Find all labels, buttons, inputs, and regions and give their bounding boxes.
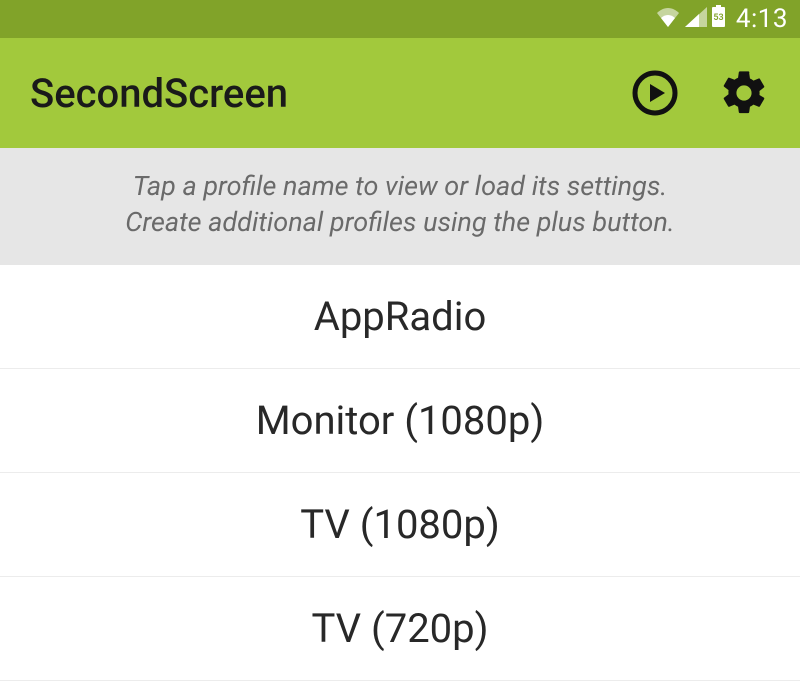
app-title: SecondScreen — [30, 70, 630, 117]
wifi-icon — [655, 4, 681, 34]
profile-item-appradio[interactable]: AppRadio — [0, 265, 800, 369]
battery-level-text: 53 — [713, 13, 723, 23]
battery-icon: 53 — [711, 4, 726, 34]
profile-item-tv-720p[interactable]: TV (720p) — [0, 577, 800, 681]
profile-label: AppRadio — [314, 293, 487, 340]
hint-line-1: Tap a profile name to view or load its s… — [40, 168, 760, 204]
profile-item-monitor-1080p[interactable]: Monitor (1080p) — [0, 369, 800, 473]
status-icons: 53 4:13 — [655, 4, 788, 34]
gear-icon[interactable] — [718, 67, 770, 119]
profile-list: AppRadio Monitor (1080p) TV (1080p) TV (… — [0, 265, 800, 681]
status-time: 4:13 — [736, 4, 788, 34]
hint-banner: Tap a profile name to view or load its s… — [0, 148, 800, 265]
hint-line-2: Create additional profiles using the plu… — [40, 204, 760, 240]
action-bar-actions — [630, 67, 770, 119]
profile-label: TV (1080p) — [300, 501, 500, 548]
action-bar: SecondScreen — [0, 38, 800, 148]
profile-label: TV (720p) — [311, 605, 488, 652]
status-bar: 53 4:13 — [0, 0, 800, 38]
profile-label: Monitor (1080p) — [256, 397, 545, 444]
profile-item-tv-1080p[interactable]: TV (1080p) — [0, 473, 800, 577]
play-icon[interactable] — [630, 68, 680, 118]
cell-signal-icon — [685, 4, 707, 34]
